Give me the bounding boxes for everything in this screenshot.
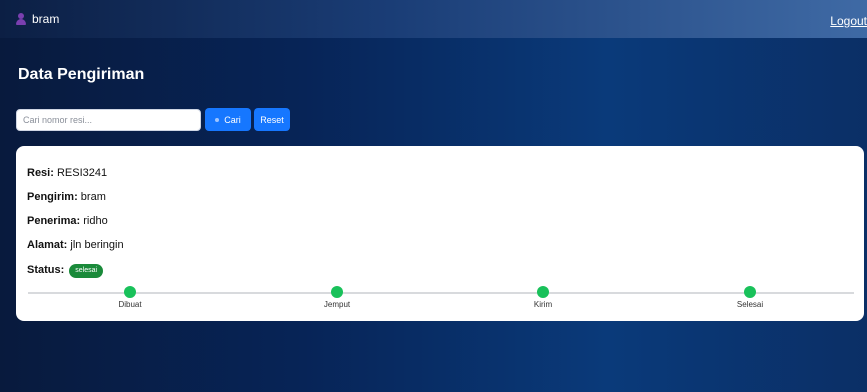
timeline-step-jemput: Jemput xyxy=(297,286,377,309)
alamat-value: jln beringin xyxy=(70,239,124,251)
status-badge: selesai xyxy=(69,264,104,278)
step-label: Kirim xyxy=(533,300,553,309)
timeline-step-kirim: Kirim xyxy=(503,286,583,309)
pengirim-row: Pengirim: bram xyxy=(27,191,106,203)
penerima-label: Penerima: xyxy=(27,215,81,227)
penerima-value: ridho xyxy=(83,215,108,227)
top-navbar: bram Logout xyxy=(0,0,867,38)
timeline-step-selesai: Selesai xyxy=(710,286,790,309)
resi-row: Resi: RESI3241 xyxy=(27,167,107,179)
username: bram xyxy=(32,12,60,26)
pengirim-value: bram xyxy=(80,191,106,203)
search-icon xyxy=(215,117,220,122)
alamat-label: Alamat: xyxy=(27,239,68,251)
step-dot-icon xyxy=(331,286,343,298)
logout-link[interactable]: Logout xyxy=(830,14,867,28)
reset-button[interactable]: Reset xyxy=(254,108,290,131)
alamat-row: Alamat: jln beringin xyxy=(27,239,124,251)
user-info: bram xyxy=(16,10,59,28)
user-icon xyxy=(16,13,26,25)
step-label: Jemput xyxy=(323,300,351,309)
resi-value: RESI3241 xyxy=(56,167,108,179)
status-row: Status: selesai xyxy=(27,262,104,278)
shipment-card: Resi: RESI3241 Pengirim: bram Penerima: … xyxy=(16,146,864,321)
step-dot-icon xyxy=(124,286,136,298)
step-dot-icon xyxy=(537,286,549,298)
step-label: Selesai xyxy=(736,300,764,309)
pengirim-label: Pengirim: xyxy=(27,191,78,203)
page-title: Data Pengiriman xyxy=(18,66,145,83)
step-dot-icon xyxy=(744,286,756,298)
search-button[interactable]: Cari xyxy=(205,108,251,131)
step-label: Dibuat xyxy=(118,300,142,309)
search-input[interactable] xyxy=(16,109,201,131)
resi-label: Resi: xyxy=(27,167,54,179)
timeline-step-dibuat: Dibuat xyxy=(90,286,170,309)
status-label: Status: xyxy=(27,264,65,276)
search-button-label: Cari xyxy=(224,114,241,125)
penerima-row: Penerima: ridho xyxy=(27,215,108,227)
